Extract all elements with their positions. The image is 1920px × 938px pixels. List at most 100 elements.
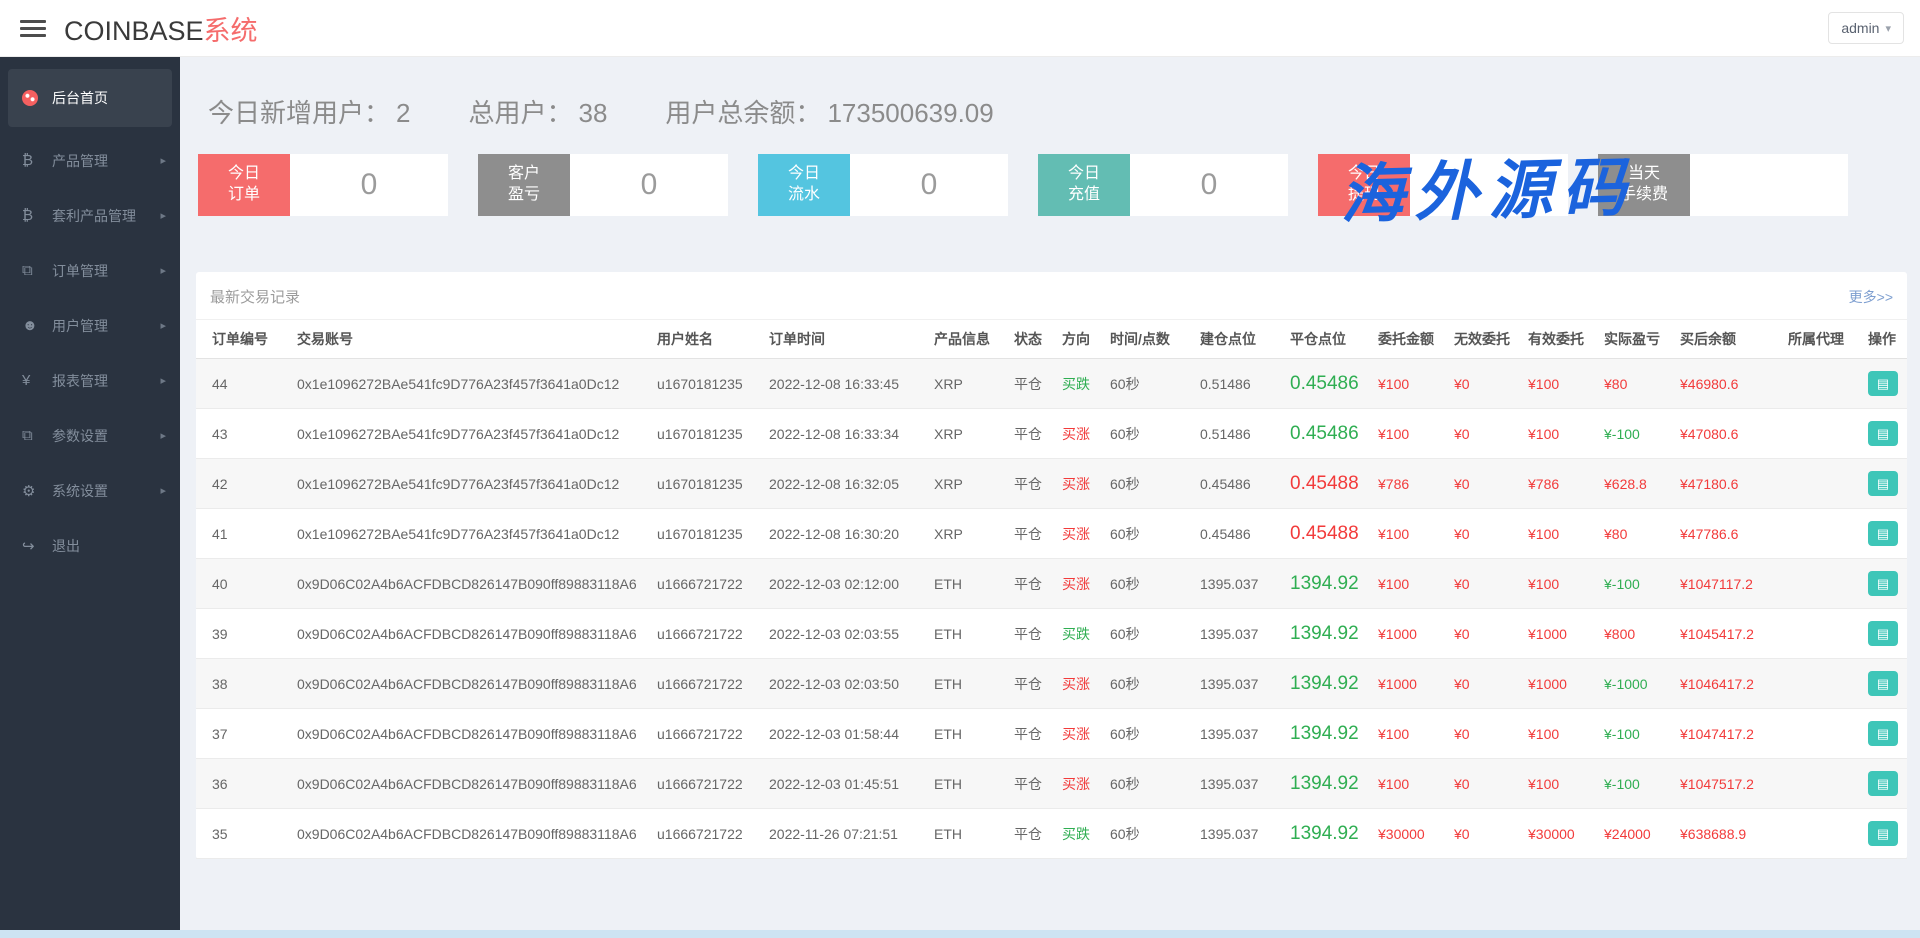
column-header: 状态 xyxy=(1008,320,1056,359)
cell-actions: ▤ xyxy=(1862,709,1907,759)
stat-card-today-deposit: 今日 充值0 xyxy=(1038,154,1288,216)
cell-actions: ▤ xyxy=(1862,509,1907,559)
more-link[interactable]: 更多>> xyxy=(1849,287,1893,307)
table-header-row: 订单编号交易账号用户姓名订单时间产品信息状态方向时间/点数建仓点位平仓点位委托金… xyxy=(196,320,1907,359)
sidebar-item-home[interactable]: 后台首页 xyxy=(8,69,172,127)
cell-open-price: 0.45486 xyxy=(1194,459,1284,509)
cell-direction: 买跌 xyxy=(1056,359,1104,409)
cell-actions: ▤ xyxy=(1862,409,1907,459)
stat-card-label: 当天 手续费 xyxy=(1598,154,1690,216)
cell-actions: ▤ xyxy=(1862,559,1907,609)
detail-button[interactable]: ▤ xyxy=(1868,621,1898,646)
cell-profit: ¥-100 xyxy=(1598,559,1674,609)
cell-product: ETH xyxy=(928,659,1008,709)
sidebar-item-reports[interactable]: ¥报表管理▸ xyxy=(0,353,180,408)
sidebar-item-products[interactable]: ₿产品管理▸ xyxy=(0,133,180,188)
cell-product: ETH xyxy=(928,559,1008,609)
cell-direction: 买涨 xyxy=(1056,559,1104,609)
column-header: 委托金额 xyxy=(1372,320,1448,359)
column-header: 用户姓名 xyxy=(651,320,763,359)
stat-card-label: 今日 提现 xyxy=(1318,154,1410,216)
stats-summary: 今日新增用户：2总用户：38用户总余额：173500639.09 xyxy=(208,93,1907,130)
sidebar-item-orders[interactable]: ⧉订单管理▸ xyxy=(0,243,180,298)
yen-icon: ¥ xyxy=(22,372,46,389)
sidebar-item-label: 参数设置 xyxy=(52,426,108,446)
stat-total-users: 总用户：38 xyxy=(468,93,607,130)
column-header: 无效委托 xyxy=(1448,320,1522,359)
cell-close-price: 1394.92 xyxy=(1284,559,1372,609)
cell-direction: 买跌 xyxy=(1056,809,1104,859)
cell-order-time: 2022-12-08 16:33:45 xyxy=(763,359,928,409)
cell-status: 平仓 xyxy=(1008,659,1056,709)
cell-open-price: 1395.037 xyxy=(1194,759,1284,809)
stat-cards-row: 今日 订单0客户 盈亏0今日 流水0今日 充值0今日 提现当天 手续费 xyxy=(198,154,1848,216)
cell-amount: ¥786 xyxy=(1372,459,1448,509)
cell-order-id: 37 xyxy=(196,709,291,759)
cell-valid-amount: ¥1000 xyxy=(1522,659,1598,709)
stat-label: 今日新增用户： xyxy=(208,98,390,128)
cell-open-price: 0.45486 xyxy=(1194,509,1284,559)
cell-duration: 60秒 xyxy=(1104,559,1194,609)
sidebar-item-label: 报表管理 xyxy=(52,371,108,391)
cell-amount: ¥100 xyxy=(1372,759,1448,809)
cell-order-time: 2022-11-26 07:21:51 xyxy=(763,809,928,859)
detail-button[interactable]: ▤ xyxy=(1868,371,1898,396)
detail-button[interactable]: ▤ xyxy=(1868,821,1898,846)
cell-status: 平仓 xyxy=(1008,459,1056,509)
stat-card-value: 0 xyxy=(570,154,728,216)
sidebar-item-logout[interactable]: ↪退出 xyxy=(0,518,180,573)
cell-close-price: 1394.92 xyxy=(1284,659,1372,709)
cell-valid-amount: ¥100 xyxy=(1522,559,1598,609)
cell-order-id: 35 xyxy=(196,809,291,859)
cell-order-id: 41 xyxy=(196,509,291,559)
detail-button[interactable]: ▤ xyxy=(1868,471,1898,496)
detail-button[interactable]: ▤ xyxy=(1868,521,1898,546)
cell-order-time: 2022-12-03 02:03:55 xyxy=(763,609,928,659)
chevron-right-icon: ▸ xyxy=(160,484,166,497)
sidebar-item-users[interactable]: ☻用户管理▸ xyxy=(0,298,180,353)
cell-order-time: 2022-12-03 02:03:50 xyxy=(763,659,928,709)
cell-direction: 买涨 xyxy=(1056,659,1104,709)
sidebar-item-system[interactable]: ⚙系统设置▸ xyxy=(0,463,180,518)
cell-username: u1666721722 xyxy=(651,559,763,609)
cell-account: 0x1e1096272BAe541fc9D776A23f457f3641a0Dc… xyxy=(291,359,651,409)
cell-duration: 60秒 xyxy=(1104,409,1194,459)
cell-order-id: 44 xyxy=(196,359,291,409)
detail-button[interactable]: ▤ xyxy=(1868,771,1898,796)
cell-amount: ¥100 xyxy=(1372,509,1448,559)
cell-duration: 60秒 xyxy=(1104,359,1194,409)
detail-button[interactable]: ▤ xyxy=(1868,571,1898,596)
table-row: 380x9D06C02A4b6ACFDBCD826147B090ff898831… xyxy=(196,659,1907,709)
cell-balance: ¥1047117.2 xyxy=(1674,559,1782,609)
cell-order-time: 2022-12-08 16:33:34 xyxy=(763,409,928,459)
cell-order-time: 2022-12-03 02:12:00 xyxy=(763,559,928,609)
sidebar-item-arbitrage-products[interactable]: ₿套利产品管理▸ xyxy=(0,188,180,243)
cell-order-time: 2022-12-03 01:45:51 xyxy=(763,759,928,809)
detail-button[interactable]: ▤ xyxy=(1868,721,1898,746)
caret-down-icon: ▾ xyxy=(1885,22,1891,35)
cell-duration: 60秒 xyxy=(1104,659,1194,709)
detail-button[interactable]: ▤ xyxy=(1868,421,1898,446)
user-dropdown[interactable]: admin ▾ xyxy=(1828,12,1904,44)
horizontal-scrollbar[interactable] xyxy=(0,930,1920,938)
cell-agent xyxy=(1782,559,1862,609)
hamburger-menu-icon[interactable] xyxy=(20,20,46,37)
sidebar-item-params[interactable]: ⧉参数设置▸ xyxy=(0,408,180,463)
cell-status: 平仓 xyxy=(1008,609,1056,659)
stat-label: 总用户： xyxy=(468,98,572,128)
column-header: 操作 xyxy=(1862,320,1907,359)
cell-open-price: 1395.037 xyxy=(1194,659,1284,709)
cell-status: 平仓 xyxy=(1008,809,1056,859)
files-icon: ⧉ xyxy=(22,427,46,444)
cell-agent xyxy=(1782,409,1862,459)
latest-trades-panel: 最新交易记录 更多>> 订单编号交易账号用户姓名订单时间产品信息状态方向时间/点… xyxy=(196,272,1907,859)
cell-balance: ¥1046417.2 xyxy=(1674,659,1782,709)
cell-order-time: 2022-12-08 16:30:20 xyxy=(763,509,928,559)
cell-profit: ¥-100 xyxy=(1598,759,1674,809)
cell-order-id: 42 xyxy=(196,459,291,509)
cell-direction: 买涨 xyxy=(1056,709,1104,759)
cell-invalid-amount: ¥0 xyxy=(1448,409,1522,459)
brand-primary: COINBASE xyxy=(64,16,204,46)
detail-button[interactable]: ▤ xyxy=(1868,671,1898,696)
bitcoin-icon: ₿ xyxy=(22,207,46,224)
